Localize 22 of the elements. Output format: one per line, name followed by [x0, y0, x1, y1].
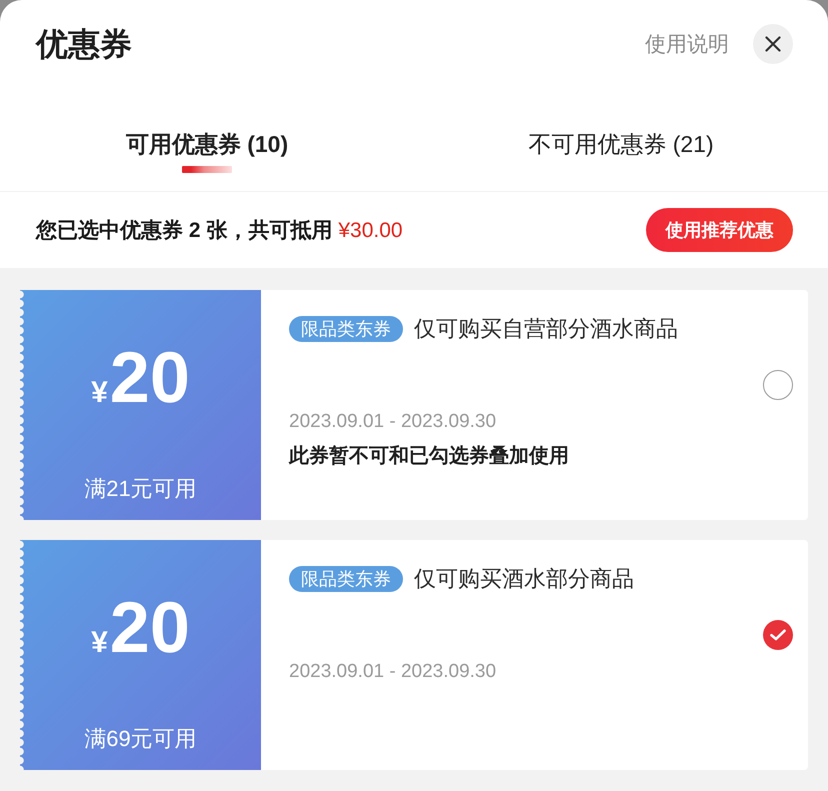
- coupon-note: 此券暂不可和已勾选券叠加使用: [289, 444, 569, 469]
- recommend-button[interactable]: 使用推荐优惠: [646, 208, 793, 252]
- close-icon: [765, 36, 781, 52]
- coupon-description: 仅可购买酒水部分商品: [414, 565, 634, 593]
- validity-dates: 2023.09.01 - 2023.09.30: [289, 410, 496, 434]
- selection-summary: 您已选中优惠券 2 张，共可抵用 ¥30.00: [36, 218, 403, 244]
- close-button[interactable]: [753, 24, 793, 64]
- category-tag: 限品类东券: [289, 566, 403, 592]
- coupon-tab[interactable]: 可用优惠券 (10): [126, 129, 288, 173]
- coupon-tab[interactable]: 不可用优惠券 (21): [528, 129, 714, 159]
- coupon-condition: 满21元可用: [84, 475, 197, 503]
- check-icon: [770, 629, 786, 641]
- validity-dates: 2023.09.01 - 2023.09.30: [289, 660, 496, 684]
- select-radio[interactable]: [763, 620, 793, 650]
- select-radio[interactable]: [763, 370, 793, 400]
- sheet-title: 优惠券: [36, 25, 132, 64]
- coupon-description: 仅可购买自营部分酒水商品: [414, 315, 678, 343]
- tab-underline: [182, 166, 232, 173]
- coupon-condition: 满69元可用: [84, 725, 197, 753]
- coupon-value: ¥20: [91, 337, 190, 420]
- category-tag: 限品类东券: [289, 316, 403, 342]
- coupon-value: ¥20: [91, 587, 190, 670]
